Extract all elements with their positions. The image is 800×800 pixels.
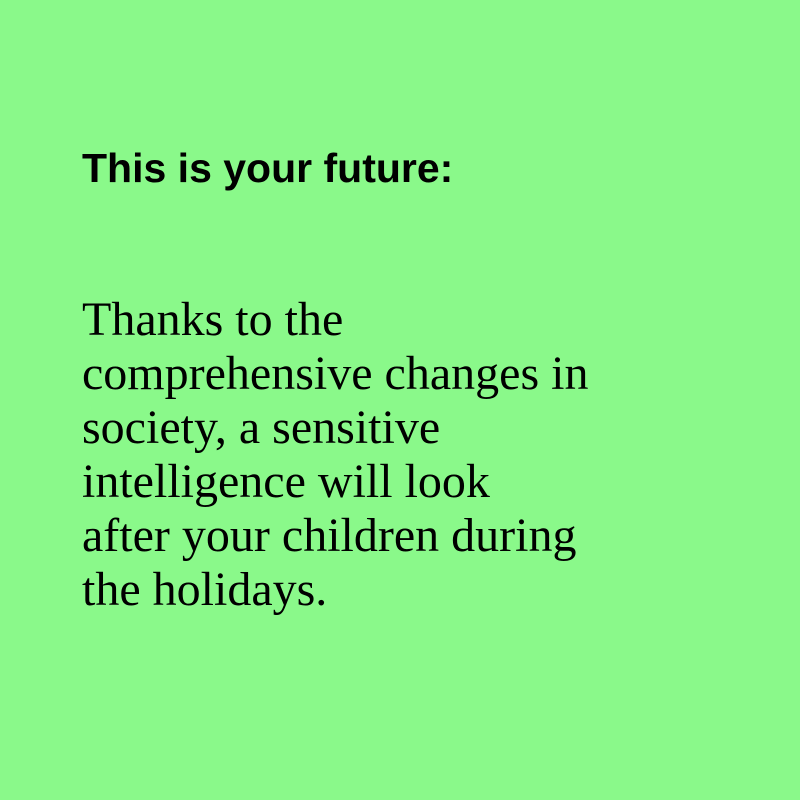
- body-line: comprehensive changes in: [82, 347, 589, 400]
- body-line: after your children during: [82, 509, 577, 562]
- body-line: intelligence will look: [82, 455, 490, 508]
- card-heading: This is your future:: [82, 145, 454, 191]
- body-line: Thanks to the: [82, 293, 344, 346]
- body-line: society, a sensitive: [82, 401, 441, 454]
- body-line: the holidays.: [82, 563, 328, 616]
- quote-card: This is your future: Thanks to the compr…: [0, 0, 800, 800]
- card-body-text: Thanks to the comprehensive changes in s…: [82, 293, 588, 617]
